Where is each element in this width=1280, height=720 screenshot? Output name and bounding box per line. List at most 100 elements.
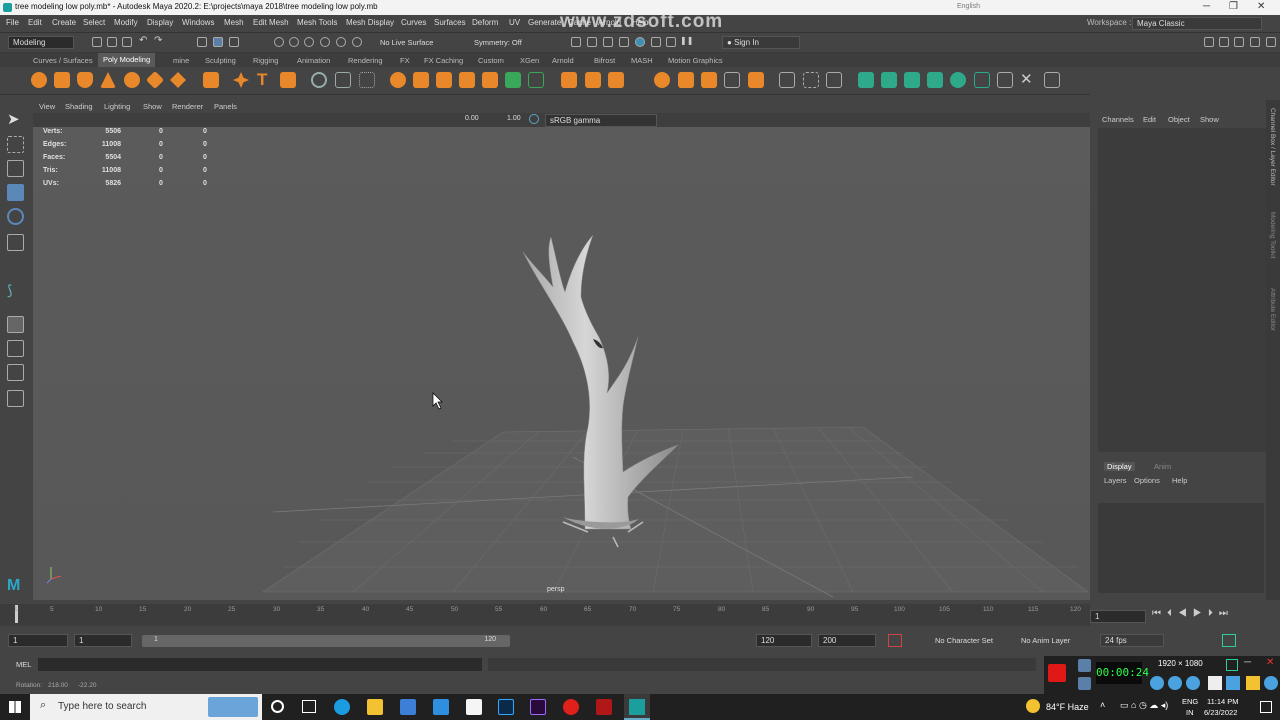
soften-edge-icon[interactable] — [997, 72, 1013, 88]
record-stop-button[interactable] — [1048, 664, 1066, 682]
reduce-icon[interactable] — [927, 72, 943, 88]
shelf-tab-motion-graphics[interactable]: Motion Graphics — [668, 56, 723, 65]
render-view-icon[interactable] — [587, 37, 597, 47]
layer-menu-options[interactable]: Options — [1134, 476, 1160, 485]
select-component-icon[interactable] — [229, 37, 239, 47]
select-object-icon[interactable] — [213, 37, 223, 47]
current-frame-field[interactable]: 1 — [1090, 610, 1146, 623]
camera-icon[interactable] — [1078, 659, 1091, 672]
lasso-tool-icon[interactable] — [7, 136, 24, 153]
quad-draw-icon[interactable] — [826, 72, 842, 88]
anim-layer-select[interactable]: No Anim Layer — [1021, 636, 1070, 645]
redo-icon[interactable]: ↷ — [154, 35, 164, 46]
menu-modify[interactable]: Modify — [114, 18, 138, 27]
side-tab-attribute-editor[interactable]: Attribute Editor — [1269, 288, 1276, 331]
shelf-tab-arnold[interactable]: Arnold — [552, 56, 574, 65]
attribute-editor-icon[interactable] — [1219, 37, 1229, 47]
separate-icon[interactable] — [413, 72, 429, 88]
flash-icon[interactable] — [596, 699, 612, 715]
render-current-icon[interactable] — [571, 37, 581, 47]
snap-curve-icon[interactable] — [289, 37, 299, 47]
arnold-ipr-icon[interactable] — [666, 37, 676, 47]
extract-icon[interactable] — [858, 72, 874, 88]
file-explorer-icon[interactable] — [367, 699, 383, 715]
audio-icon[interactable] — [1222, 634, 1236, 647]
panel-menu-lighting[interactable]: Lighting — [104, 102, 130, 111]
taskbar-search-box[interactable]: ⌕ Type here to search — [30, 694, 262, 720]
pause-icon[interactable]: ❚❚ — [680, 36, 693, 46]
draw-icon[interactable] — [1226, 676, 1240, 690]
mail-icon[interactable] — [433, 699, 449, 715]
speaker-icon[interactable] — [1150, 676, 1164, 690]
auto-key-icon[interactable] — [888, 634, 902, 647]
render-settings-icon[interactable] — [603, 37, 613, 47]
snap-grid-icon[interactable] — [274, 37, 284, 47]
outliner-layout-icon[interactable] — [7, 390, 24, 407]
layer-tab-anim[interactable]: Anim — [1154, 462, 1171, 471]
poly-torus-icon[interactable] — [124, 72, 140, 88]
menu-curves[interactable]: Curves — [401, 18, 426, 27]
shelf-tab-mine[interactable]: mine — [173, 56, 189, 65]
menu-surfaces[interactable]: Surfaces — [434, 18, 466, 27]
language-region[interactable]: IN — [1186, 708, 1194, 717]
clock-date[interactable]: 6/23/2022 — [1204, 708, 1237, 717]
poke-icon[interactable] — [678, 72, 694, 88]
live-surface-label[interactable]: No Live Surface — [380, 38, 433, 47]
cortana-icon[interactable] — [271, 700, 284, 713]
panel-menu-renderer[interactable]: Renderer — [172, 102, 203, 111]
menu-display[interactable]: Display — [147, 18, 173, 27]
playback-end-field[interactable]: 120 — [756, 634, 812, 647]
premiere-icon[interactable] — [530, 699, 546, 715]
symmetry-label[interactable]: Symmetry: Off — [474, 38, 522, 47]
layer-tab-display[interactable]: Display — [1104, 462, 1135, 471]
exposure-value[interactable]: 0.00 — [465, 115, 479, 122]
minimize-icon[interactable]: ─ — [1203, 1, 1210, 12]
shelf-tab-rendering[interactable]: Rendering — [348, 56, 383, 65]
shelf-tab-mash[interactable]: MASH — [631, 56, 653, 65]
menu-deform[interactable]: Deform — [472, 18, 498, 27]
delete-edge-icon[interactable] — [724, 72, 740, 88]
channel-box-channels[interactable]: Channels — [1102, 115, 1134, 124]
end-frame-field[interactable]: 200 — [818, 634, 876, 647]
edge-icon[interactable] — [334, 699, 350, 715]
maya-taskbar-button[interactable] — [624, 694, 650, 720]
side-tab-channel-box[interactable]: Channel Box / Layer Editor — [1269, 108, 1276, 186]
paint-select-tool-icon[interactable] — [7, 160, 24, 177]
menu-edit-mesh[interactable]: Edit Mesh — [253, 18, 289, 27]
channel-box-area[interactable] — [1098, 128, 1266, 452]
cut-faces-icon[interactable]: ✕ — [1020, 72, 1036, 88]
save-scene-icon[interactable] — [122, 37, 132, 47]
webcam-icon[interactable] — [1186, 676, 1200, 690]
last-tool-icon[interactable]: ⟆ — [7, 282, 24, 299]
duplicate-face-icon[interactable] — [881, 72, 897, 88]
mirror-icon[interactable] — [459, 72, 475, 88]
notepad-icon[interactable] — [466, 699, 482, 715]
extrude-icon[interactable] — [528, 72, 544, 88]
expand-icon[interactable] — [1226, 659, 1238, 671]
opera-icon[interactable] — [563, 699, 579, 715]
shelf-tab-curves-surfaces[interactable]: Curves / Surfaces — [33, 56, 93, 65]
new-scene-icon[interactable] — [92, 37, 102, 47]
open-scene-icon[interactable] — [107, 37, 117, 47]
tray-chevron-icon[interactable]: ˄ — [1100, 700, 1105, 710]
select-hierarchy-icon[interactable] — [197, 37, 207, 47]
workspace-select[interactable]: Maya Classic — [1132, 17, 1262, 30]
channel-box-icon[interactable] — [1250, 37, 1260, 47]
close-icon[interactable]: ✕ — [1257, 1, 1265, 12]
mel-label[interactable]: MEL — [16, 660, 31, 669]
layer-menu-help[interactable]: Help — [1172, 476, 1187, 485]
modeling-toolkit-icon[interactable] — [1204, 37, 1214, 47]
panel-menu-shading[interactable]: Shading — [65, 102, 93, 111]
scale-tool-icon[interactable] — [7, 234, 24, 251]
folder-icon[interactable] — [1246, 676, 1260, 690]
arnold-render-icon[interactable] — [651, 37, 661, 47]
pause-record-icon[interactable] — [1078, 677, 1091, 690]
side-tab-modeling-toolkit[interactable]: Modeling Toolkit — [1269, 212, 1276, 259]
cursor-icon[interactable] — [1208, 676, 1222, 690]
collapse-icon[interactable] — [748, 72, 764, 88]
grid-fill-icon[interactable] — [1044, 72, 1060, 88]
poly-cube-icon[interactable] — [54, 72, 70, 88]
shelf-tab-fx-caching[interactable]: FX Caching — [424, 56, 463, 65]
poly-cylinder-icon[interactable] — [77, 72, 93, 88]
rotate-tool-icon[interactable] — [7, 208, 24, 225]
